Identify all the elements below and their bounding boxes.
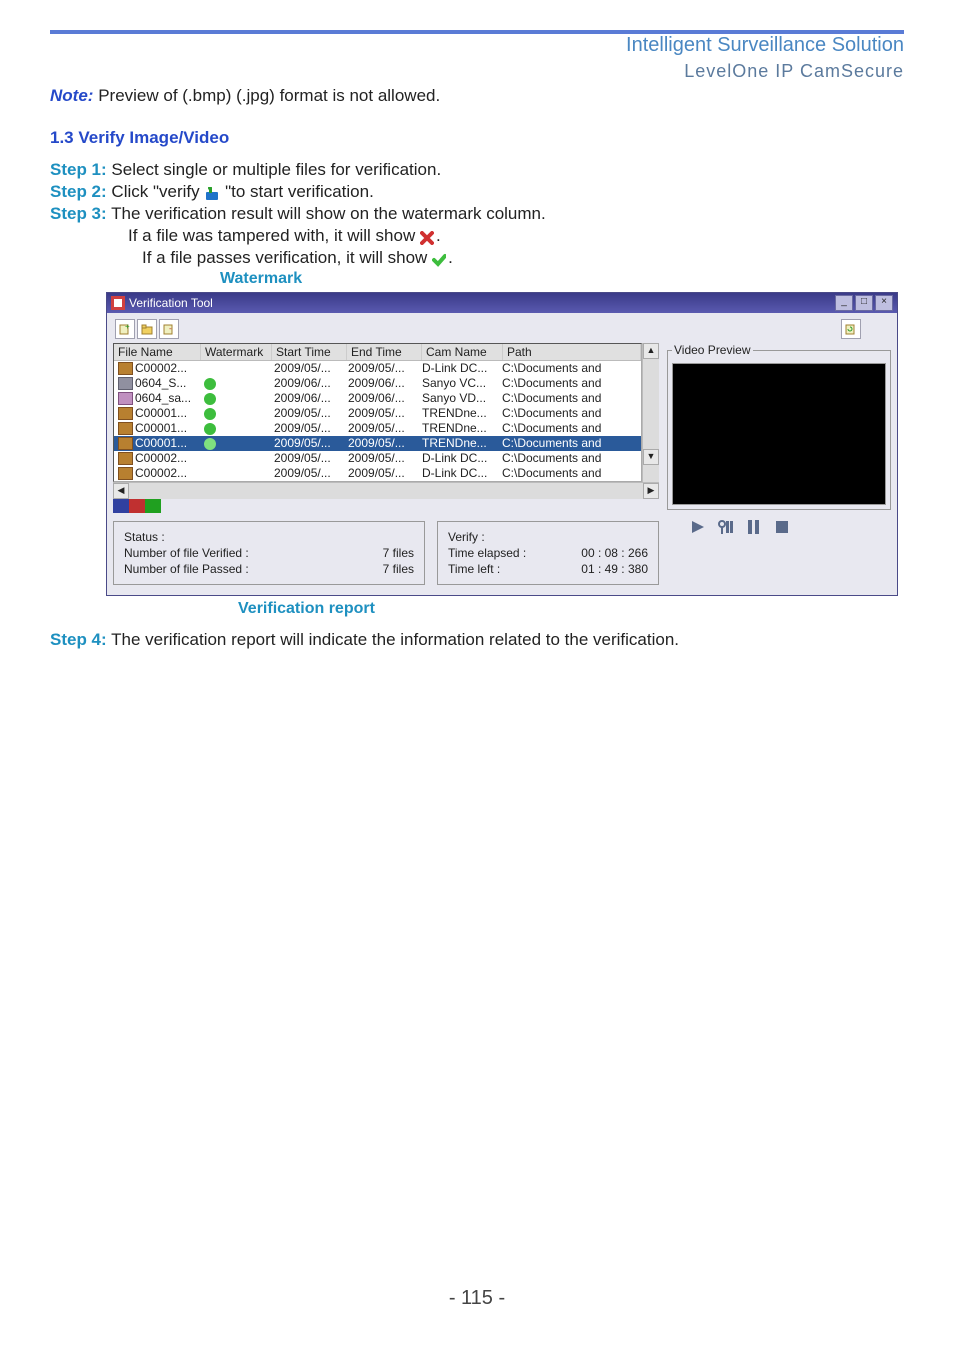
x-icon bbox=[420, 230, 436, 244]
verify-heading: Verify : bbox=[448, 530, 485, 544]
check-icon bbox=[432, 252, 448, 266]
add-file-icon[interactable]: + bbox=[115, 319, 135, 339]
minimize-button[interactable]: _ bbox=[835, 295, 853, 311]
step3-text: The verification result will show on the… bbox=[111, 204, 546, 223]
watermark-annotation: Watermark bbox=[220, 270, 954, 288]
svg-text:+: + bbox=[125, 323, 130, 331]
table-row[interactable]: C00001...2009/05/...2009/05/...TRENDne..… bbox=[114, 406, 641, 421]
step4-label: Step 4: bbox=[50, 630, 107, 649]
table-row[interactable]: C00001...2009/05/...2009/05/...TRENDne..… bbox=[114, 421, 641, 436]
dialog-title: Verification Tool bbox=[129, 296, 213, 310]
status-verified-value: 7 files bbox=[383, 546, 414, 560]
remove-file-icon[interactable]: - bbox=[159, 319, 179, 339]
step2-text-a: Click "verify bbox=[111, 182, 199, 201]
file-list[interactable]: File Name Watermark Start Time End Time … bbox=[113, 343, 642, 482]
pause-button[interactable] bbox=[743, 516, 765, 538]
verify-icon bbox=[204, 186, 220, 200]
table-row[interactable]: C00002...2009/05/...2009/05/...D-Link DC… bbox=[114, 451, 641, 466]
scroll-up-icon[interactable]: ▲ bbox=[643, 343, 659, 359]
page-header-subtitle: LevelOne IP CamSecure bbox=[50, 61, 904, 82]
verification-tool-window: Verification Tool _ □ × + - bbox=[106, 292, 898, 596]
app-icon bbox=[111, 296, 125, 310]
vertical-scrollbar[interactable]: ▲ ▼ bbox=[642, 343, 659, 482]
page-header-title: Intelligent Surveillance Solution bbox=[50, 34, 904, 57]
step3-line2: If a file was tampered with, it will sho… bbox=[128, 226, 415, 245]
verify-left-value: 01 : 49 : 380 bbox=[581, 562, 648, 576]
verify-elapsed-label: Time elapsed : bbox=[448, 546, 526, 560]
status-passed-value: 7 files bbox=[383, 562, 414, 576]
step1-text: Select single or multiple files for veri… bbox=[111, 160, 441, 179]
frame-step-button[interactable] bbox=[715, 516, 737, 538]
video-preview-label: Video Preview bbox=[672, 343, 753, 357]
note-label: Note: bbox=[50, 86, 93, 105]
status-heading: Status : bbox=[124, 530, 165, 544]
table-row[interactable]: 0604_S...2009/06/...2009/06/...Sanyo VC.… bbox=[114, 376, 641, 391]
table-row[interactable]: C00001...2009/05/...2009/05/...TRENDne..… bbox=[114, 436, 641, 451]
maximize-button[interactable]: □ bbox=[855, 295, 873, 311]
verify-elapsed-value: 00 : 08 : 266 bbox=[581, 546, 648, 560]
step1-label: Step 1: bbox=[50, 160, 107, 179]
section-title: 1.3 Verify Image/Video bbox=[50, 128, 904, 148]
status-group: Status : Number of file Verified : 7 file… bbox=[113, 521, 425, 585]
table-row[interactable]: C00002...2009/05/...2009/05/...D-Link DC… bbox=[114, 361, 641, 376]
table-row[interactable]: 0604_sa...2009/06/...2009/06/...Sanyo VD… bbox=[114, 391, 641, 406]
close-button[interactable]: × bbox=[875, 295, 893, 311]
col-starttime[interactable]: Start Time bbox=[272, 344, 347, 360]
step3-label: Step 3: bbox=[50, 204, 107, 223]
table-row[interactable]: C00002...2009/05/...2009/05/...D-Link DC… bbox=[114, 466, 641, 481]
stop-button[interactable] bbox=[771, 516, 793, 538]
scroll-left-icon[interactable]: ◀ bbox=[113, 483, 129, 499]
col-filename[interactable]: File Name bbox=[114, 344, 201, 360]
step3-line3: If a file passes verification, it will s… bbox=[142, 248, 427, 267]
svg-text:-: - bbox=[169, 324, 172, 333]
verify-left-label: Time left : bbox=[448, 562, 500, 576]
col-path[interactable]: Path bbox=[503, 344, 641, 360]
step2-text-b: "to start verification. bbox=[225, 182, 374, 201]
horizontal-scrollbar[interactable]: ◀ ▶ bbox=[113, 482, 659, 499]
col-watermark[interactable]: Watermark bbox=[201, 344, 272, 360]
add-folder-icon[interactable] bbox=[137, 319, 157, 339]
play-button[interactable] bbox=[687, 516, 709, 538]
status-passed-label: Number of file Passed : bbox=[124, 562, 249, 576]
verify-group: Verify : Time elapsed : 00 : 08 : 266 Tim… bbox=[437, 521, 659, 585]
scroll-down-icon[interactable]: ▼ bbox=[643, 449, 659, 465]
col-endtime[interactable]: End Time bbox=[347, 344, 422, 360]
note-text: Preview of (.bmp) (.jpg) format is not a… bbox=[98, 86, 440, 105]
step2-label: Step 2: bbox=[50, 182, 107, 201]
verification-report-annotation: Verification report bbox=[238, 600, 904, 618]
scroll-right-icon[interactable]: ▶ bbox=[643, 483, 659, 499]
status-verified-label: Number of file Verified : bbox=[124, 546, 249, 560]
page-number: - 115 - bbox=[0, 1287, 954, 1310]
col-camname[interactable]: Cam Name bbox=[422, 344, 503, 360]
step4-text: The verification report will indicate th… bbox=[111, 630, 679, 649]
video-preview-area bbox=[672, 363, 886, 505]
refresh-icon[interactable] bbox=[841, 319, 861, 339]
